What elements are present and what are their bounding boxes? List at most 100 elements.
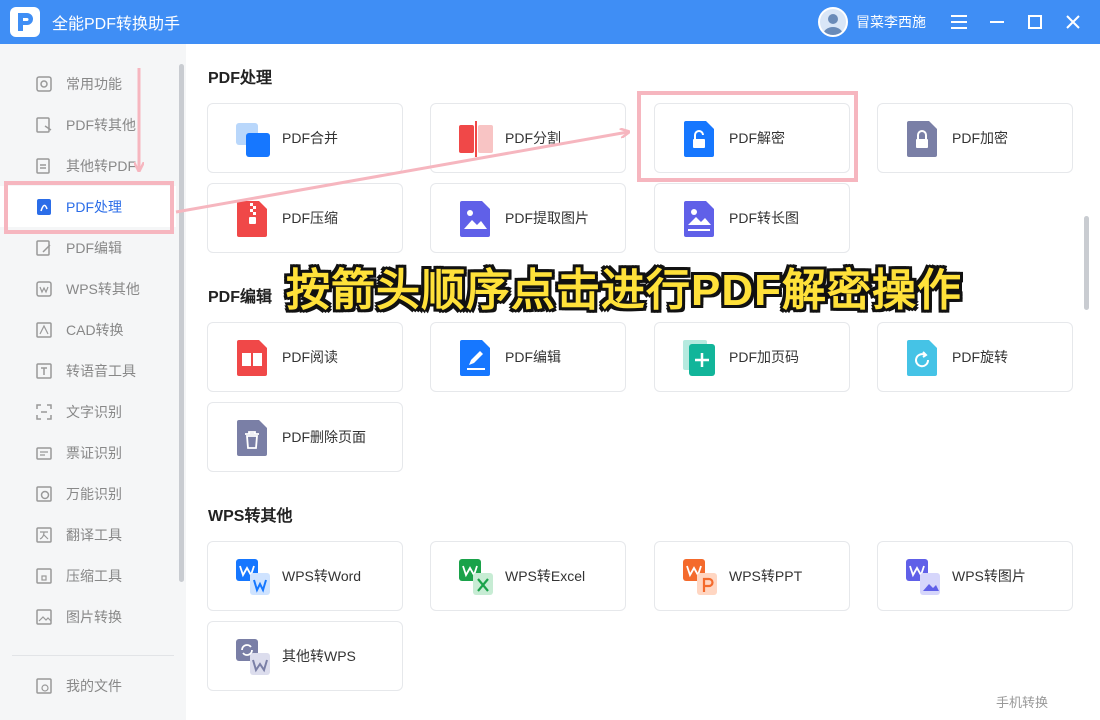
pdf-export-icon <box>34 115 54 135</box>
sidebar-item-other-to-pdf[interactable]: 其他转PDF <box>0 145 176 186</box>
card-wps-to-word[interactable]: WPS转Word <box>207 541 403 611</box>
card-label: WPS转Word <box>282 568 362 584</box>
card-label: WPS转Excel <box>505 568 586 584</box>
sidebar-item-label: 我的文件 <box>66 677 122 694</box>
card-pdf-split[interactable]: PDF分割 <box>430 103 626 173</box>
sidebar-item-label: PDF转其他 <box>66 116 136 133</box>
card-pdf-read[interactable]: PDF阅读 <box>207 322 403 392</box>
sidebar-item-image-convert[interactable]: 图片转换 <box>0 596 176 637</box>
sidebar-item-recognize[interactable]: 万能识别 <box>0 473 176 514</box>
avatar[interactable] <box>818 7 848 37</box>
menu-icon[interactable] <box>945 8 973 36</box>
wps-export-icon <box>34 279 54 299</box>
sidebar-item-wps-to-other[interactable]: WPS转其他 <box>0 268 176 309</box>
card-pdf-page-number[interactable]: PDF加页码 <box>654 322 850 392</box>
card-label: PDF加页码 <box>729 349 799 365</box>
card-pdf-rotate[interactable]: PDF旋转 <box>877 322 1073 392</box>
sidebar-item-label: 压缩工具 <box>66 567 122 584</box>
main-scrollbar[interactable] <box>1084 216 1089 310</box>
card-label: WPS转PPT <box>729 568 803 584</box>
wps-word-icon <box>236 559 270 595</box>
maximize-icon[interactable] <box>1021 8 1049 36</box>
sidebar-item-label: 常用功能 <box>66 75 122 92</box>
wps-ppt-icon <box>683 559 717 595</box>
app-title: 全能PDF转换助手 <box>52 16 181 33</box>
card-pdf-edit[interactable]: PDF编辑 <box>430 322 626 392</box>
sidebar-item-label: WPS转其他 <box>66 280 140 297</box>
mobile-convert-link[interactable]: 手机转换 <box>996 692 1048 711</box>
image-convert-icon <box>34 607 54 627</box>
sidebar-item-label: 转语音工具 <box>66 362 136 379</box>
wps-image-icon <box>906 559 940 595</box>
section-title-pdf-edit: PDF编辑 <box>208 289 273 306</box>
card-label: PDF编辑 <box>505 349 561 365</box>
card-label: PDF转长图 <box>729 210 799 226</box>
sidebar-item-ticket[interactable]: 票证识别 <box>0 432 176 473</box>
card-label: PDF加密 <box>952 130 1008 146</box>
card-label: PDF删除页面 <box>282 429 366 445</box>
home-icon <box>34 74 54 94</box>
card-pdf-compress[interactable]: PDF压缩 <box>207 183 403 253</box>
sidebar-item-pdf-process[interactable]: PDF处理 <box>0 186 176 227</box>
card-pdf-long-image[interactable]: PDF转长图 <box>654 183 850 253</box>
sidebar-item-cad[interactable]: CAD转换 <box>0 309 176 350</box>
folder-icon <box>34 676 54 696</box>
card-pdf-merge[interactable]: PDF合并 <box>207 103 403 173</box>
to-wps-icon <box>236 639 270 675</box>
sidebar-item-label: 票证识别 <box>66 444 122 461</box>
card-label: PDF分割 <box>505 130 561 146</box>
app-logo-icon <box>10 7 40 37</box>
card-wps-to-ppt[interactable]: WPS转PPT <box>654 541 850 611</box>
compress-icon <box>34 566 54 586</box>
card-label: PDF压缩 <box>282 210 338 226</box>
close-icon[interactable] <box>1059 8 1087 36</box>
pdf-edit-icon <box>34 238 54 258</box>
card-label: PDF阅读 <box>282 349 338 365</box>
sidebar-item-label: CAD转换 <box>66 321 124 338</box>
cad-icon <box>34 320 54 340</box>
sidebar-scrollbar[interactable] <box>179 64 184 582</box>
card-wps-to-excel[interactable]: WPS转Excel <box>430 541 626 611</box>
lock-icon <box>907 121 937 157</box>
split-icon <box>459 121 493 157</box>
sidebar-item-speech[interactable]: 转语音工具 <box>0 350 176 391</box>
sidebar-item-my-files[interactable]: 我的文件 <box>0 665 176 706</box>
card-pdf-extract-image[interactable]: PDF提取图片 <box>430 183 626 253</box>
sidebar-item-label: PDF编辑 <box>66 239 122 256</box>
card-other-to-wps[interactable]: 其他转WPS <box>207 621 403 691</box>
card-pdf-unlock[interactable]: PDF解密 <box>654 103 850 173</box>
recognize-icon <box>34 484 54 504</box>
sidebar-item-label: 翻译工具 <box>66 526 122 543</box>
card-label: 其他转WPS <box>282 648 356 664</box>
card-label: WPS转图片 <box>952 568 1026 584</box>
rotate-icon <box>907 340 937 376</box>
card-label: PDF合并 <box>282 130 338 146</box>
tutorial-instruction: 按箭头顺序点击进行PDF解密操作 <box>286 266 962 315</box>
sidebar-item-label: 图片转换 <box>66 608 122 625</box>
card-label: PDF提取图片 <box>505 210 589 226</box>
title-bar: 全能PDF转换助手 冒菜李西施 <box>0 0 1100 44</box>
username[interactable]: 冒菜李西施 <box>856 12 926 32</box>
sidebar-item-pdf-to-other[interactable]: PDF转其他 <box>0 104 176 145</box>
card-pdf-delete-page[interactable]: PDF删除页面 <box>207 402 403 472</box>
minimize-icon[interactable] <box>983 8 1011 36</box>
pdf-process-icon <box>34 197 54 217</box>
sidebar-item-pdf-edit[interactable]: PDF编辑 <box>0 227 176 268</box>
user-profile[interactable]: 冒菜李西施 <box>818 7 926 37</box>
card-pdf-lock[interactable]: PDF加密 <box>877 103 1073 173</box>
sidebar-item-common[interactable]: 常用功能 <box>0 63 176 104</box>
card-wps-to-image[interactable]: WPS转图片 <box>877 541 1073 611</box>
sidebar-item-label: PDF处理 <box>66 198 122 215</box>
section-title-pdf-process: PDF处理 <box>208 70 273 87</box>
card-label: PDF解密 <box>729 130 785 146</box>
page-number-icon <box>683 340 715 376</box>
sidebar-item-ocr[interactable]: 文字识别 <box>0 391 176 432</box>
unlock-icon <box>684 121 714 157</box>
edit-icon <box>460 340 490 376</box>
sidebar-item-label: 其他转PDF <box>66 157 136 174</box>
extract-image-icon <box>460 201 490 237</box>
sidebar-item-translate[interactable]: 翻译工具 <box>0 514 176 555</box>
sidebar-item-label: 万能识别 <box>66 485 122 502</box>
sidebar-item-compress[interactable]: 压缩工具 <box>0 555 176 596</box>
zip-icon <box>237 201 267 237</box>
